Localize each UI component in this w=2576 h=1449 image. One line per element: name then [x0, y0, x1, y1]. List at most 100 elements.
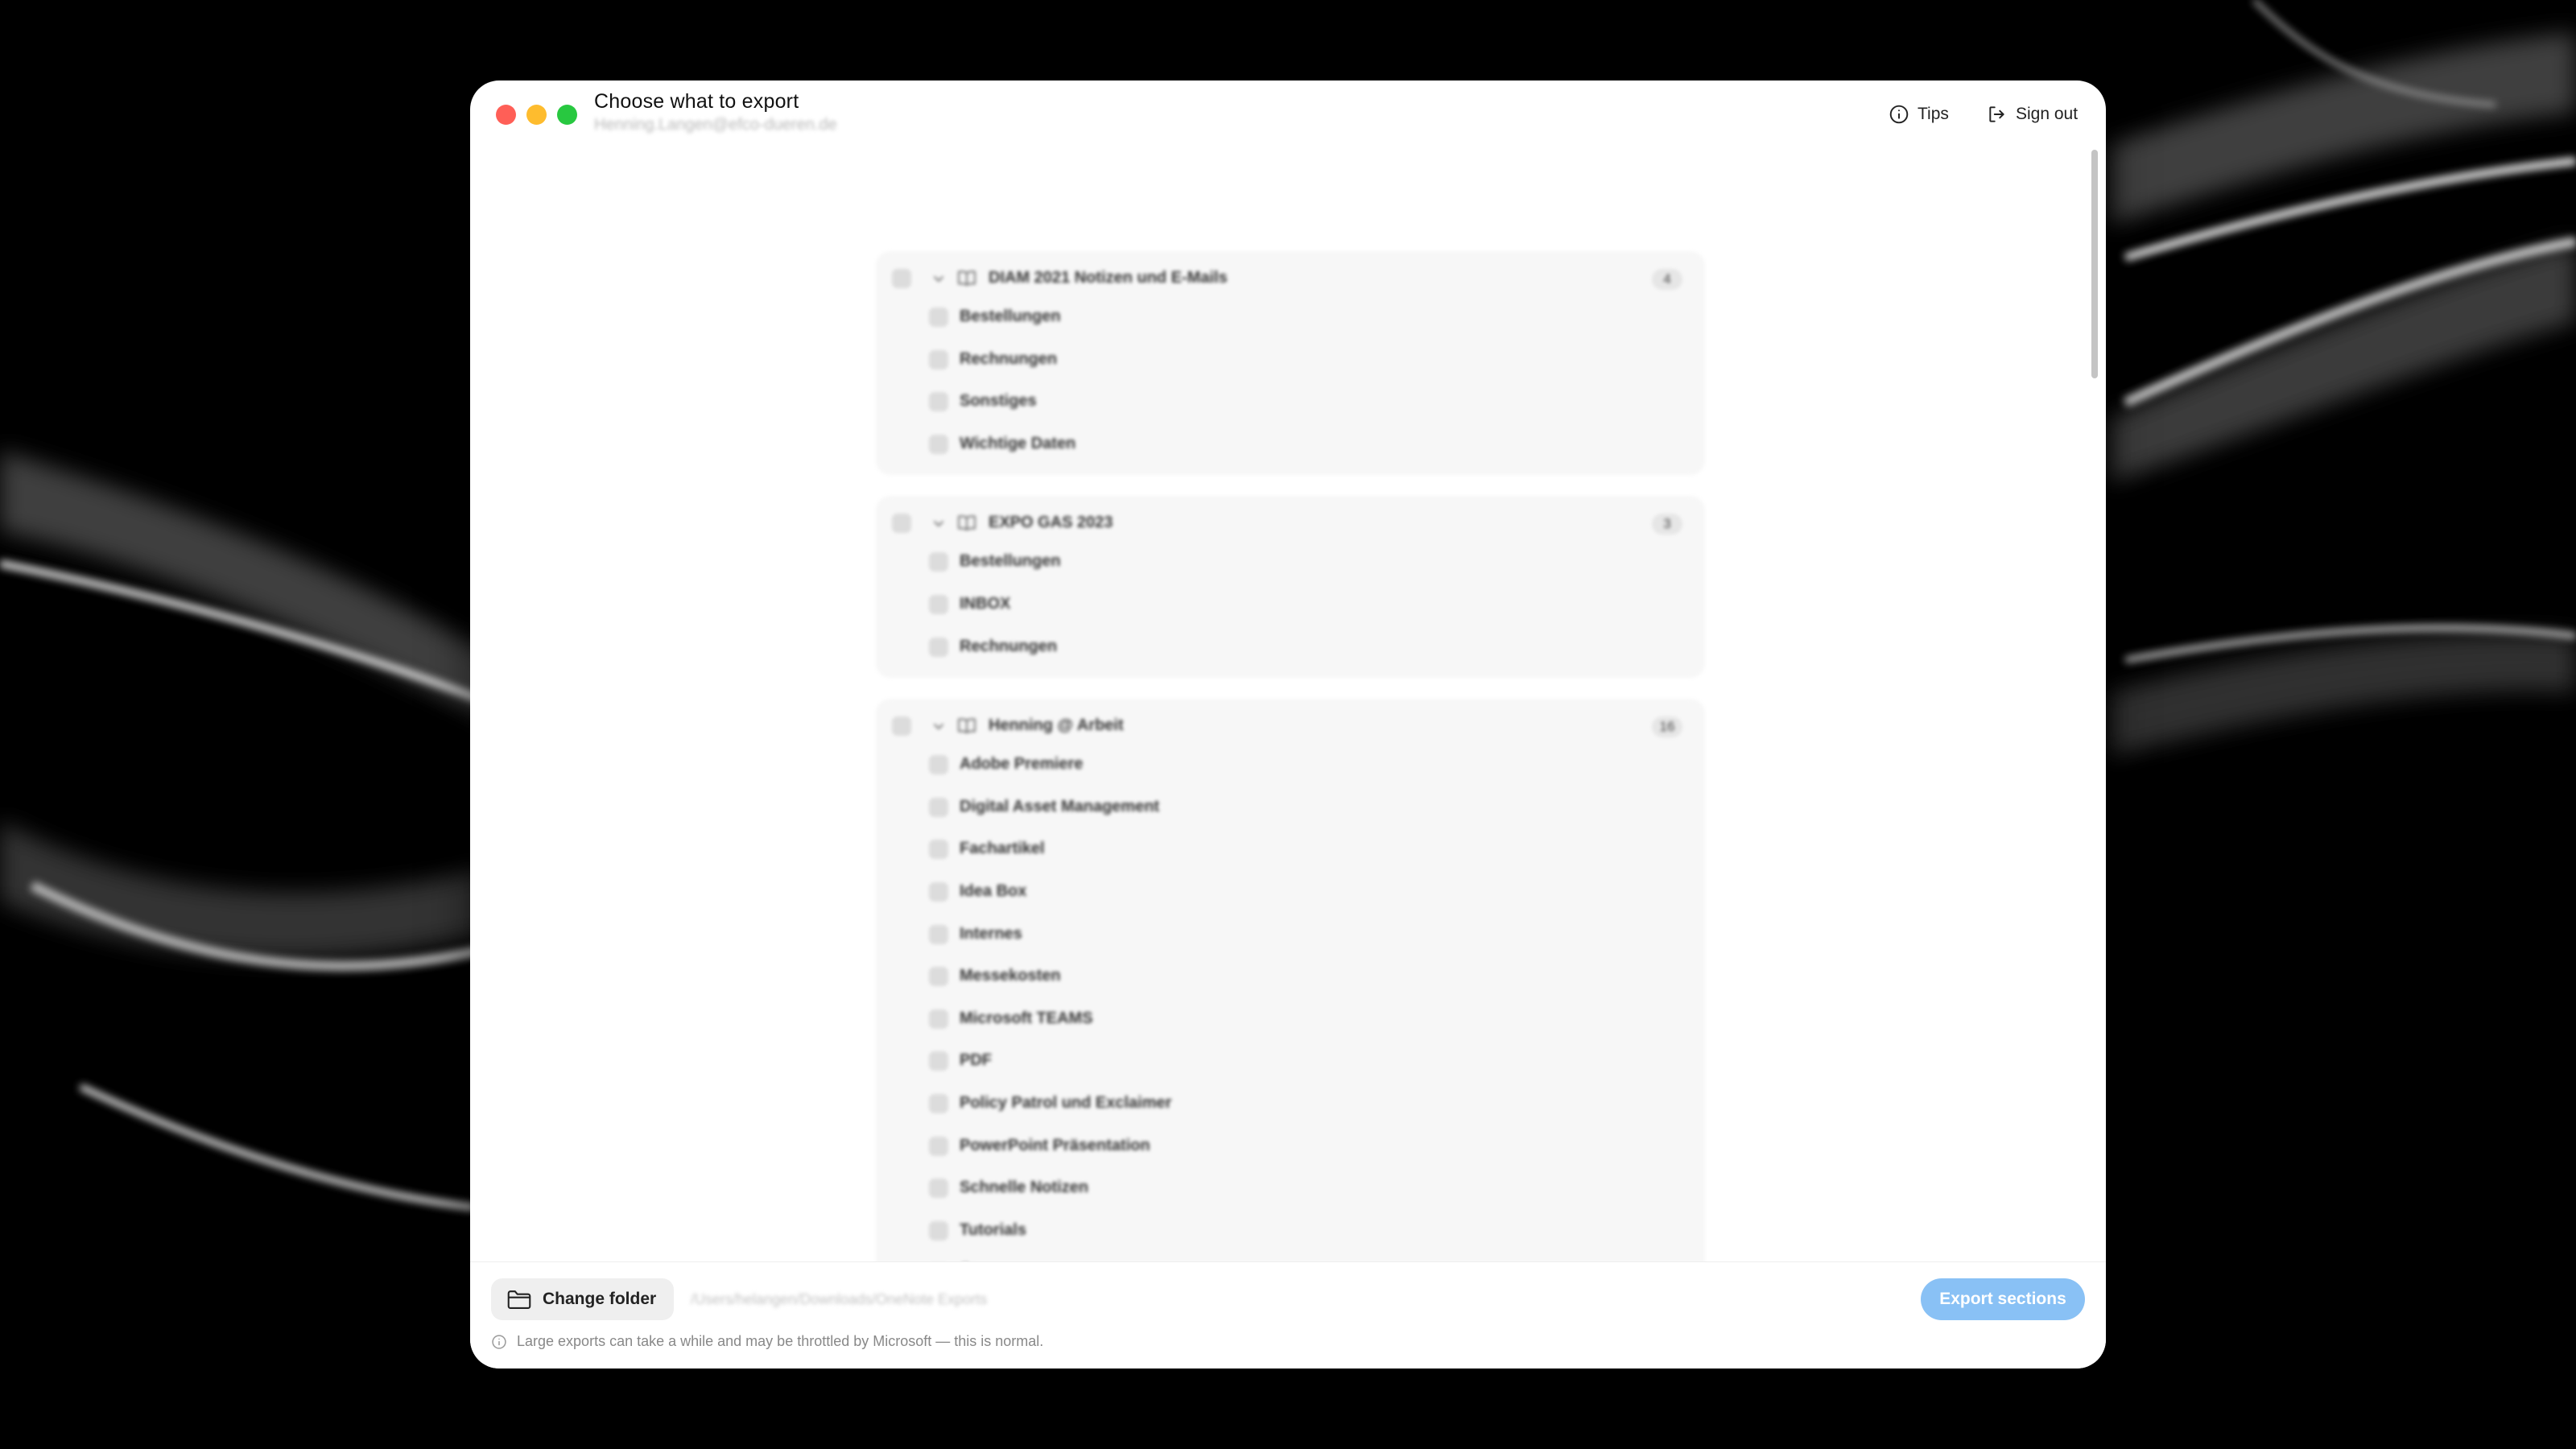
section-checkbox[interactable]	[929, 1051, 948, 1071]
section-label: PowerPoint Präsentation	[960, 1136, 1150, 1154]
section-label: Microsoft TEAMS	[960, 1009, 1093, 1027]
tips-label: Tips	[1918, 105, 1949, 123]
minimize-window-button[interactable]	[526, 105, 547, 125]
throttle-note: Large exports can take a while and may b…	[491, 1333, 1043, 1350]
chevron-down-icon[interactable]	[931, 515, 947, 531]
section-label: Sonstiges	[960, 392, 1037, 411]
section-row[interactable]: Bestellungen	[876, 296, 1705, 339]
section-label: Bestellungen	[960, 552, 1061, 571]
sign-out-label: Sign out	[2016, 105, 2079, 123]
change-folder-button[interactable]: Change folder	[491, 1278, 675, 1320]
notebook-header: EXPO GAS 2023 3	[876, 506, 1705, 541]
section-checkbox[interactable]	[929, 594, 948, 614]
section-checkbox[interactable]	[929, 392, 948, 412]
window-title: Choose what to export	[594, 90, 799, 113]
notebook-group: DIAM 2021 Notizen und E-Mails 4 Bestellung…	[876, 251, 1705, 476]
section-checkbox[interactable]	[929, 797, 948, 817]
section-row[interactable]: Digital Asset Management	[876, 786, 1705, 829]
section-checkbox[interactable]	[929, 755, 948, 775]
section-label: Tutorials	[960, 1220, 1026, 1239]
chevron-down-icon[interactable]	[931, 270, 947, 287]
sign-out-icon	[1989, 106, 2004, 122]
section-row[interactable]: Internes	[876, 914, 1705, 956]
footer-bar: Change folder /Users/helangen/Downloads/…	[470, 1261, 2106, 1368]
section-checkbox[interactable]	[929, 924, 948, 944]
section-row[interactable]: INBOX	[876, 584, 1705, 626]
section-row[interactable]: Idea Box	[876, 871, 1705, 914]
section-label: INBOX	[960, 594, 1011, 613]
section-label: Idea Box	[960, 881, 1027, 900]
section-label: Bestellungen	[960, 308, 1061, 325]
notebook-header: DIAM 2021 Notizen und E-Mails 4	[876, 261, 1705, 296]
account-email: Henning.Langen@efco-dueren.de	[594, 116, 837, 134]
change-folder-label: Change folder	[543, 1290, 657, 1308]
notebook-checkbox[interactable]	[892, 514, 911, 534]
section-row[interactable]: Adobe Premiere	[876, 744, 1705, 786]
section-checkbox[interactable]	[929, 967, 948, 987]
section-checkbox[interactable]	[929, 552, 948, 572]
section-row[interactable]: Rechnungen	[876, 339, 1705, 382]
section-label: Fachartikel	[960, 840, 1045, 858]
notebook-icon	[958, 515, 976, 531]
throttle-note-text: Large exports can take a while and may b…	[517, 1333, 1044, 1349]
notebook-title: EXPO GAS 2023	[989, 514, 1113, 532]
section-label: Rechnungen	[960, 349, 1058, 368]
section-label: Rechnungen	[960, 637, 1058, 655]
notebook-icon	[958, 718, 976, 734]
notebook-group: Henning @ Arbeit 16 Adobe Premiere Digital …	[876, 699, 1705, 1343]
tips-button[interactable]: Tips	[1879, 97, 1959, 132]
section-checkbox[interactable]	[929, 637, 948, 657]
notebook-checkbox[interactable]	[892, 269, 911, 288]
section-label: Digital Asset Management	[960, 797, 1160, 815]
section-checkbox[interactable]	[929, 1009, 948, 1029]
section-checkbox[interactable]	[929, 840, 948, 860]
notebook-icon	[958, 270, 976, 286]
folder-icon	[507, 1290, 531, 1309]
section-row[interactable]: PDF	[876, 1040, 1705, 1083]
export-window: Choose what to export Henning.Langen@efc…	[470, 80, 2106, 1368]
section-label: Schnelle Notizen	[960, 1179, 1089, 1197]
notebook-title: DIAM 2021 Notizen und E-Mails	[989, 269, 1228, 287]
notebook-group: EXPO GAS 2023 3 Bestellungen INBOX Rechnunge…	[876, 496, 1705, 679]
section-row[interactable]: Messekosten	[876, 956, 1705, 998]
chevron-down-icon[interactable]	[931, 718, 947, 734]
section-row[interactable]: Tutorials	[876, 1210, 1705, 1253]
section-row[interactable]: Microsoft TEAMS	[876, 998, 1705, 1041]
section-count-badge: 4	[1652, 269, 1682, 290]
notebook-scroll-area[interactable]: DIAM 2021 Notizen und E-Mails 4 Bestellung…	[470, 161, 2106, 1343]
section-label: Policy Patrol und Exclaimer	[960, 1093, 1172, 1112]
section-checkbox[interactable]	[929, 349, 948, 369]
section-count-badge: 16	[1652, 716, 1682, 738]
section-label: PDF	[960, 1051, 992, 1070]
notebook-title: Henning @ Arbeit	[989, 716, 1124, 735]
section-row[interactable]: Schnelle Notizen	[876, 1167, 1705, 1210]
section-row[interactable]: Wichtige Daten	[876, 423, 1705, 466]
notebook-list: DIAM 2021 Notizen und E-Mails 4 Bestellung…	[876, 251, 1705, 1343]
notebook-header: Henning @ Arbeit 16	[876, 708, 1705, 744]
scrollbar-thumb[interactable]	[2091, 150, 2098, 378]
section-label: Internes	[960, 924, 1022, 943]
section-checkbox[interactable]	[929, 1136, 948, 1156]
export-folder-path: /Users/helangen/Downloads/OneNote Export…	[691, 1291, 988, 1307]
close-window-button[interactable]	[496, 105, 516, 125]
section-row[interactable]: Rechnungen	[876, 626, 1705, 669]
section-row[interactable]: Policy Patrol und Exclaimer	[876, 1083, 1705, 1125]
section-checkbox[interactable]	[929, 1093, 948, 1113]
section-count-badge: 3	[1652, 514, 1682, 535]
section-row[interactable]: Bestellungen	[876, 541, 1705, 584]
notebook-checkbox[interactable]	[892, 716, 911, 737]
section-row[interactable]: PowerPoint Präsentation	[876, 1125, 1705, 1168]
section-checkbox[interactable]	[929, 881, 948, 902]
section-checkbox[interactable]	[929, 1179, 948, 1199]
section-checkbox[interactable]	[929, 434, 948, 454]
section-row[interactable]: Sonstiges	[876, 381, 1705, 423]
info-icon	[1889, 105, 1909, 124]
zoom-window-button[interactable]	[557, 105, 577, 125]
section-label: Messekosten	[960, 967, 1061, 985]
section-checkbox[interactable]	[929, 308, 948, 327]
export-sections-button[interactable]: Export sections	[1921, 1278, 2085, 1320]
sign-out-button[interactable]: Sign out	[1977, 97, 2087, 132]
title-bar: Choose what to export Henning.Langen@efc…	[470, 80, 2106, 161]
section-checkbox[interactable]	[929, 1220, 948, 1241]
section-row[interactable]: Fachartikel	[876, 828, 1705, 871]
